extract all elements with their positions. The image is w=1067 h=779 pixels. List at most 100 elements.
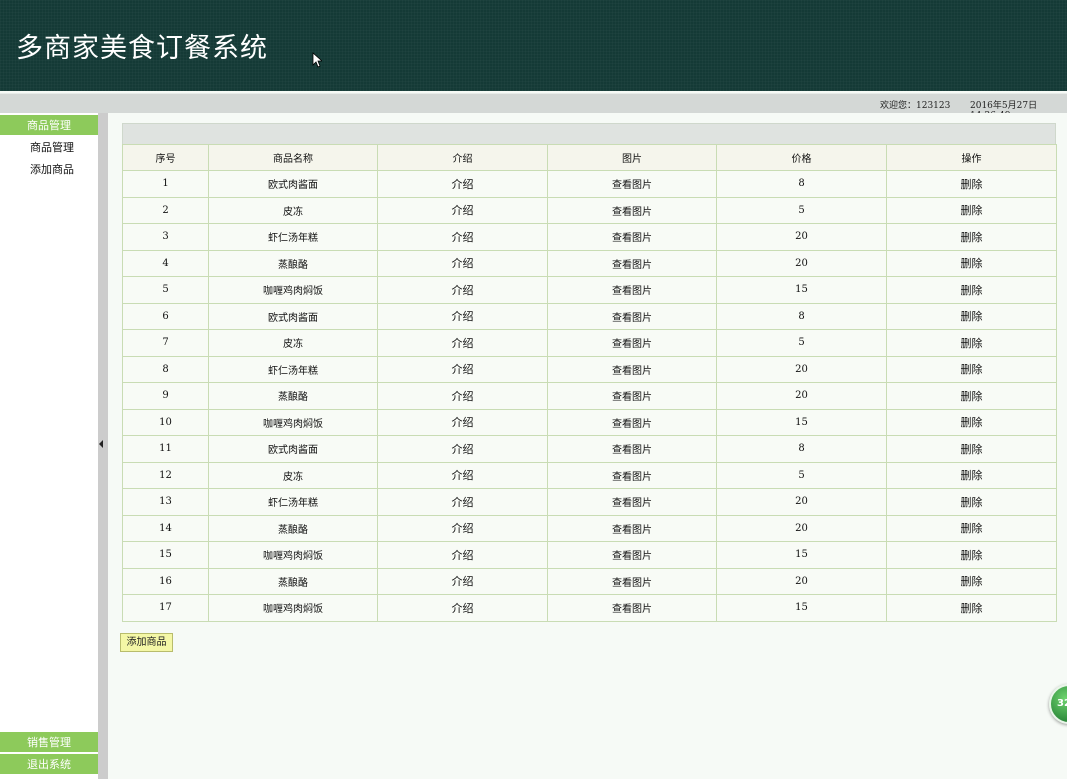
delete-link[interactable]: 删除 <box>886 408 1057 436</box>
view-image-link[interactable]: 查看图片 <box>547 408 717 436</box>
col-header-intro: 介绍 <box>377 144 548 171</box>
price: 8 <box>716 435 887 463</box>
view-image-link[interactable]: 查看图片 <box>547 223 717 251</box>
goods-name: 虾仁汤年糕 <box>208 355 378 383</box>
goods-name: 咖喱鸡肉焖饭 <box>208 541 378 569</box>
intro-link[interactable]: 介绍 <box>377 408 548 436</box>
intro-link[interactable]: 介绍 <box>377 302 548 330</box>
table-row: 2 皮冻 介绍 查看图片 5 删除 <box>122 196 1057 224</box>
view-image-link[interactable]: 查看图片 <box>547 170 717 198</box>
row-index: 12 <box>122 461 209 489</box>
goods-table: 序号 商品名称 介绍 图片 价格 操作 1 欧式肉酱面 介绍 查看图片 8 删除 2 皮冻 介绍… <box>122 144 1057 622</box>
delete-link[interactable]: 删除 <box>886 435 1057 463</box>
delete-link[interactable]: 删除 <box>886 223 1057 251</box>
view-image-link[interactable]: 查看图片 <box>547 196 717 224</box>
view-image-link[interactable]: 查看图片 <box>547 435 717 463</box>
price: 20 <box>716 249 887 277</box>
view-image-link[interactable]: 查看图片 <box>547 302 717 330</box>
row-index: 11 <box>122 435 209 463</box>
row-index: 17 <box>122 594 209 622</box>
goods-name: 欧式肉酱面 <box>208 170 378 198</box>
col-header-image: 图片 <box>547 144 717 171</box>
delete-link[interactable]: 删除 <box>886 196 1057 224</box>
goods-name: 咖喱鸡肉焖饭 <box>208 594 378 622</box>
delete-link[interactable]: 删除 <box>886 276 1057 304</box>
delete-link[interactable]: 删除 <box>886 541 1057 569</box>
row-index: 4 <box>122 249 209 277</box>
view-image-link[interactable]: 查看图片 <box>547 355 717 383</box>
view-image-link[interactable]: 查看图片 <box>547 249 717 277</box>
system-title: 多商家美食订餐系统 <box>16 33 268 64</box>
intro-link[interactable]: 介绍 <box>377 541 548 569</box>
delete-link[interactable]: 删除 <box>886 302 1057 330</box>
menu-head-goods[interactable]: 商品管理 <box>0 115 98 136</box>
intro-link[interactable]: 介绍 <box>377 276 548 304</box>
info-bar: 欢迎您：123123 2016年5月27日 14:26:49 <box>0 93 1067 121</box>
goods-name: 欧式肉酱面 <box>208 435 378 463</box>
delete-link[interactable]: 删除 <box>886 567 1057 595</box>
row-index: 14 <box>122 514 209 542</box>
delete-link[interactable]: 删除 <box>886 170 1057 198</box>
price: 20 <box>716 223 887 251</box>
price: 20 <box>716 488 887 516</box>
delete-link[interactable]: 删除 <box>886 355 1057 383</box>
table-row: 15 咖喱鸡肉焖饭 介绍 查看图片 15 删除 <box>122 541 1057 569</box>
intro-link[interactable]: 介绍 <box>377 382 548 410</box>
sidebar-item-add-goods[interactable]: 添加商品 <box>30 161 74 177</box>
delete-link[interactable]: 删除 <box>886 514 1057 542</box>
mouse-pointer-icon <box>312 52 322 68</box>
view-image-link[interactable]: 查看图片 <box>547 488 717 516</box>
goods-name: 咖喱鸡肉焖饭 <box>208 408 378 436</box>
view-image-link[interactable]: 查看图片 <box>547 276 717 304</box>
sidebar-splitter[interactable] <box>98 113 108 779</box>
intro-link[interactable]: 介绍 <box>377 594 548 622</box>
sidebar-item-goods-manage[interactable]: 商品管理 <box>30 139 74 155</box>
table-row: 16 蒸酿酪 介绍 查看图片 20 删除 <box>122 567 1057 595</box>
view-image-link[interactable]: 查看图片 <box>547 567 717 595</box>
delete-link[interactable]: 删除 <box>886 488 1057 516</box>
menu-head-sales[interactable]: 销售管理 <box>0 732 98 753</box>
row-index: 7 <box>122 329 209 357</box>
welcome-text: 欢迎您：123123 <box>880 101 951 111</box>
intro-link[interactable]: 介绍 <box>377 170 548 198</box>
view-image-link[interactable]: 查看图片 <box>547 461 717 489</box>
row-index: 2 <box>122 196 209 224</box>
view-image-link[interactable]: 查看图片 <box>547 382 717 410</box>
intro-link[interactable]: 介绍 <box>377 567 548 595</box>
main-content: 序号 商品名称 介绍 图片 价格 操作 1 欧式肉酱面 介绍 查看图片 8 删除 2 皮冻 介绍… <box>108 113 1067 779</box>
intro-link[interactable]: 介绍 <box>377 435 548 463</box>
delete-link[interactable]: 删除 <box>886 249 1057 277</box>
menu-head-logout[interactable]: 退出系统 <box>0 754 98 775</box>
price: 5 <box>716 329 887 357</box>
row-index: 8 <box>122 355 209 383</box>
intro-link[interactable]: 介绍 <box>377 223 548 251</box>
view-image-link[interactable]: 查看图片 <box>547 514 717 542</box>
view-image-link[interactable]: 查看图片 <box>547 329 717 357</box>
intro-link[interactable]: 介绍 <box>377 488 548 516</box>
goods-name: 虾仁汤年糕 <box>208 223 378 251</box>
delete-link[interactable]: 删除 <box>886 329 1057 357</box>
price: 5 <box>716 196 887 224</box>
collapse-arrow-icon[interactable] <box>99 440 103 448</box>
goods-name: 皮冻 <box>208 461 378 489</box>
delete-link[interactable]: 删除 <box>886 461 1057 489</box>
view-image-link[interactable]: 查看图片 <box>547 541 717 569</box>
col-header-action: 操作 <box>886 144 1057 171</box>
col-header-name: 商品名称 <box>208 144 378 171</box>
intro-link[interactable]: 介绍 <box>377 355 548 383</box>
intro-link[interactable]: 介绍 <box>377 461 548 489</box>
delete-link[interactable]: 删除 <box>886 382 1057 410</box>
goods-name: 蒸酿酪 <box>208 514 378 542</box>
add-goods-button[interactable]: 添加商品 <box>120 633 173 652</box>
goods-name: 蒸酿酪 <box>208 567 378 595</box>
view-image-link[interactable]: 查看图片 <box>547 594 717 622</box>
goods-name: 蒸酿酪 <box>208 249 378 277</box>
intro-link[interactable]: 介绍 <box>377 514 548 542</box>
col-header-price: 价格 <box>716 144 887 171</box>
table-row: 9 蒸酿酪 介绍 查看图片 20 删除 <box>122 382 1057 410</box>
intro-link[interactable]: 介绍 <box>377 249 548 277</box>
intro-link[interactable]: 介绍 <box>377 329 548 357</box>
delete-link[interactable]: 删除 <box>886 594 1057 622</box>
table-row: 1 欧式肉酱面 介绍 查看图片 8 删除 <box>122 170 1057 198</box>
intro-link[interactable]: 介绍 <box>377 196 548 224</box>
